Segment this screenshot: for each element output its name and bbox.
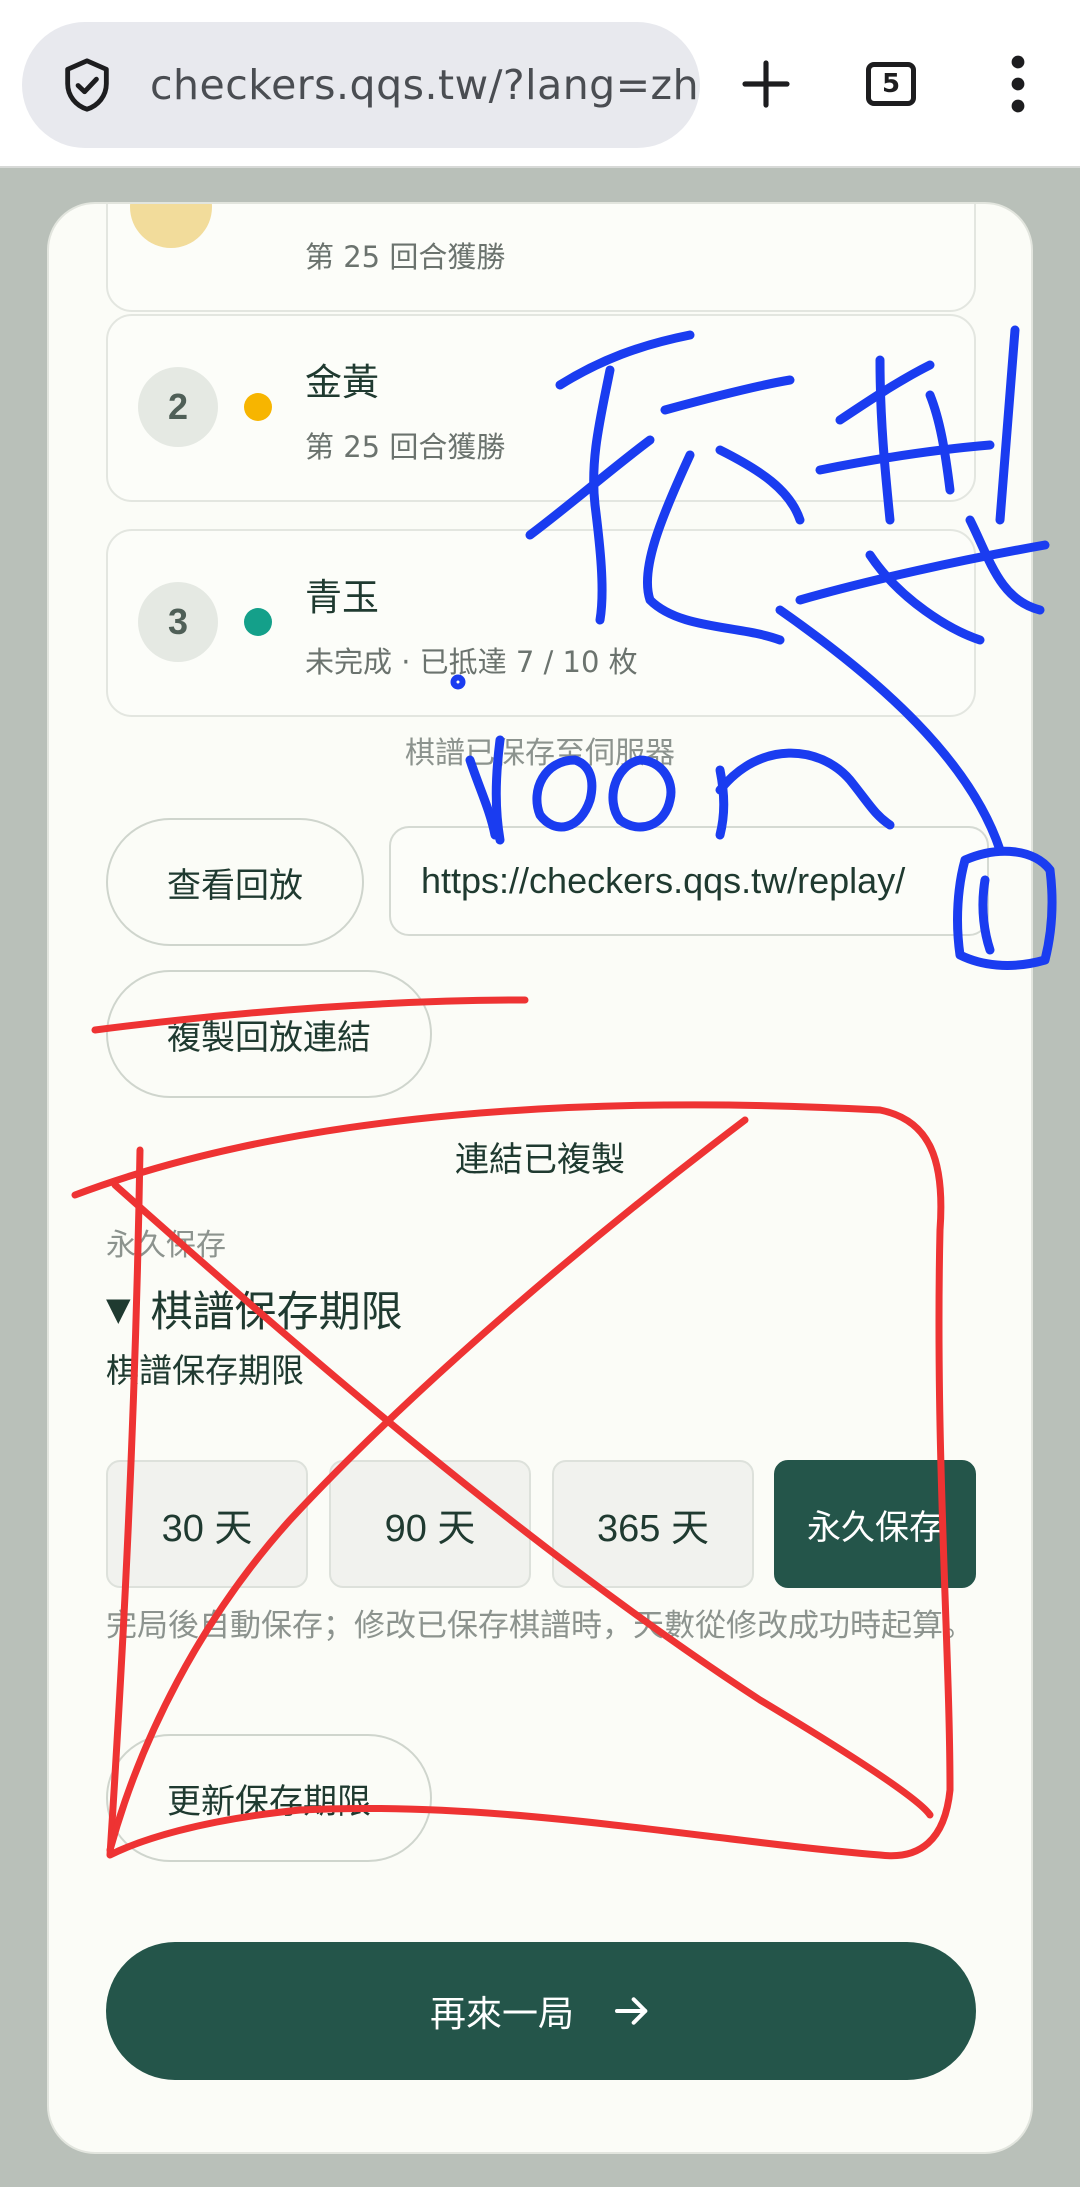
current-retention-value: 永久保存 (106, 1228, 226, 1263)
more-vert-icon (1011, 55, 1025, 113)
browser-toolbar: checkers.qqs.tw/?lang=zh 5 (0, 0, 1080, 168)
new-tab-button[interactable] (720, 38, 812, 130)
result-row: 3 青玉 未完成 · 已抵達 7 / 10 枚 (106, 529, 976, 717)
retention-option-90[interactable]: 90 天 (329, 1460, 531, 1588)
replay-url-text: https://checkers.qqs.tw/replay/ (421, 860, 906, 901)
play-again-button[interactable]: 再來一局 (106, 1942, 976, 2080)
player-status: 未完成 · 已抵達 7 / 10 枚 (305, 645, 638, 679)
rank-badge: 3 (138, 582, 218, 662)
result-row: 2 金黃 第 25 回合獲勝 (106, 314, 976, 502)
retention-heading: 棋譜保存期限 (150, 1287, 403, 1336)
address-bar[interactable]: checkers.qqs.tw/?lang=zh (22, 22, 700, 148)
saved-to-server-note: 棋譜已保存至伺服器 (405, 736, 675, 771)
player-status: 第 25 回合獲勝 (305, 430, 506, 464)
retention-section-toggle[interactable]: ▼ 棋譜保存期限 (106, 1278, 403, 1339)
player-name: 金黃 (305, 361, 379, 404)
retention-option-forever[interactable]: 永久保存 (774, 1460, 976, 1588)
result-row: 第 25 回合獲勝 (106, 204, 976, 312)
player-status: 第 25 回合獲勝 (305, 240, 506, 274)
link-copied-message: 連結已複製 (455, 1140, 625, 1180)
player-color-dot (130, 204, 212, 248)
update-retention-button[interactable]: 更新保存期限 (106, 1734, 432, 1862)
player-color-dot (244, 393, 272, 421)
copy-replay-link-button[interactable]: 複製回放連結 (106, 970, 432, 1098)
player-color-dot (244, 608, 272, 636)
shield-check-icon[interactable] (58, 56, 116, 114)
game-over-card: 第 25 回合獲勝 2 金黃 第 25 回合獲勝 3 青玉 未完成 · 已抵達 … (47, 202, 1033, 2154)
play-again-label: 再來一局 (429, 1994, 574, 2035)
retention-field-label: 棋譜保存期限 (106, 1351, 304, 1390)
player-name: 青玉 (305, 576, 379, 619)
more-menu-button[interactable] (972, 38, 1064, 130)
rank-badge: 2 (138, 367, 218, 447)
tab-switcher-button[interactable]: 5 (845, 38, 937, 130)
plus-icon (742, 60, 790, 108)
replay-url-field[interactable]: https://checkers.qqs.tw/replay/ (389, 826, 989, 936)
retention-option-30[interactable]: 30 天 (106, 1460, 308, 1588)
tab-count: 5 (866, 62, 916, 106)
arrow-right-icon (615, 1997, 648, 2025)
retention-help-text: 完局後自動保存；修改已保存棋譜時，天數從修改成功時起算。 (106, 1608, 974, 1644)
triangle-down-icon: ▼ (106, 1289, 131, 1328)
retention-option-365[interactable]: 365 天 (552, 1460, 754, 1588)
view-replay-button[interactable]: 查看回放 (106, 818, 364, 946)
url-text: checkers.qqs.tw/?lang=zh (150, 61, 700, 109)
